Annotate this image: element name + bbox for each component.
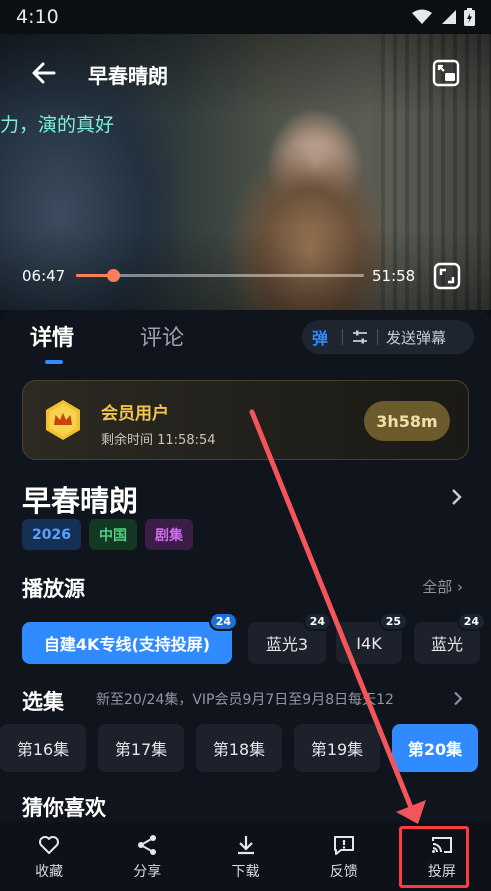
battery-charging-icon — [464, 8, 475, 26]
video-title: 早春晴朗 — [88, 64, 168, 88]
tag-year[interactable]: 2026 — [22, 519, 81, 550]
source-label: I4K — [356, 633, 382, 653]
status-icons — [412, 8, 475, 26]
source-episode-count: 24 — [456, 612, 486, 631]
tab-comment[interactable]: 评论 — [140, 320, 184, 352]
recommend-title: 猜你喜欢 — [22, 796, 106, 820]
divider — [342, 329, 343, 345]
episode-list: 第16集 第17集 第18集 第19集 第20集 — [0, 724, 491, 774]
danmaku-toggle[interactable]: 弹 — [312, 325, 334, 349]
chevron-right-icon[interactable] — [449, 488, 463, 506]
vip-title: 会员用户 — [101, 404, 169, 424]
tag-type[interactable]: 剧集 — [144, 519, 193, 550]
episode-item[interactable]: 第17集 — [98, 724, 184, 772]
episodes-update-note[interactable]: 新至20/24集，VIP会员9月7日至9月8日每天12 — [96, 689, 456, 709]
source-item[interactable]: I4K 25 — [336, 612, 408, 664]
video-shade — [0, 34, 491, 310]
status-time: 4:10 — [16, 6, 59, 28]
sources-more-label: 全部 — [422, 578, 453, 596]
sources-title: 播放源 — [22, 577, 85, 601]
source-item[interactable]: 自建4K专线(支持投屏) 24 — [22, 612, 238, 664]
favorite-label: 收藏 — [35, 863, 64, 880]
send-danmaku-button[interactable]: 发送弹幕 — [386, 327, 446, 348]
tab-detail[interactable]: 详情 — [30, 320, 74, 352]
cast-button[interactable]: 投屏 — [393, 822, 491, 891]
favorite-button[interactable]: 收藏 — [0, 822, 98, 891]
progress-bar[interactable] — [76, 269, 364, 282]
status-bar: 4:10 — [0, 0, 491, 34]
heart-icon — [39, 835, 60, 854]
feedback-button[interactable]: 反馈 — [295, 822, 393, 891]
cast-highlight-box — [398, 826, 469, 888]
crown-badge-icon — [46, 400, 80, 440]
source-item[interactable]: 蓝光 24 — [414, 612, 486, 664]
danmaku-comment: 力，演的真好 — [0, 114, 115, 136]
tab-bar: 详情 评论 弹 发送弹幕 — [0, 310, 491, 370]
show-tags: 2026 中国 剧集 — [22, 519, 193, 550]
source-episode-count: 24 — [302, 612, 332, 631]
wifi-icon — [412, 9, 432, 24]
tag-region[interactable]: 中国 — [88, 519, 137, 550]
show-title[interactable]: 早春晴朗 — [22, 478, 138, 520]
vip-card[interactable]: 会员用户 剩余时间 11:58:54 3h58m — [22, 380, 469, 460]
fullscreen-icon[interactable] — [433, 262, 461, 290]
source-label: 蓝光 — [430, 635, 463, 654]
feedback-icon — [333, 835, 354, 855]
divider — [377, 329, 378, 345]
bottom-action-bar: 收藏 分享 下载 反馈 投屏 — [0, 822, 491, 891]
vip-remaining: 剩余时间 11:58:54 — [101, 433, 216, 448]
download-button[interactable]: 下载 — [196, 822, 294, 891]
current-time: 06:47 — [22, 267, 66, 285]
episode-item[interactable]: 第16集 — [0, 724, 86, 772]
share-button[interactable]: 分享 — [98, 822, 196, 891]
danmaku-settings-icon[interactable] — [351, 328, 369, 346]
chevron-right-icon[interactable] — [453, 691, 463, 706]
back-arrow-icon[interactable] — [30, 59, 58, 87]
share-label: 分享 — [133, 863, 162, 880]
source-list: 自建4K专线(支持投屏) 24 蓝光3 24 I4K 25 蓝光 24 — [22, 612, 491, 668]
episode-item[interactable]: 第18集 — [196, 724, 282, 772]
picture-in-picture-icon[interactable] — [431, 58, 461, 88]
tab-indicator — [45, 360, 63, 364]
video-player[interactable]: 早春晴朗 力，演的真好 06:47 51:58 — [0, 34, 491, 310]
episode-item[interactable]: 第19集 — [294, 724, 380, 772]
source-label: 蓝光3 — [265, 635, 309, 654]
source-item[interactable]: 蓝光3 24 — [248, 612, 332, 664]
feedback-label: 反馈 — [329, 863, 358, 880]
download-label: 下载 — [231, 863, 260, 880]
chevron-right-icon: › — [457, 578, 463, 596]
source-label: 自建4K专线(支持投屏) — [43, 635, 211, 654]
signal-icon — [442, 10, 456, 24]
source-episode-count: 25 — [378, 612, 408, 631]
detail-panel: 详情 评论 弹 发送弹幕 会员用户 剩余时间 11:58:54 3h58m 早春… — [0, 310, 491, 822]
sources-more-link[interactable]: 全部 › — [422, 576, 463, 597]
download-icon — [237, 835, 254, 854]
total-time: 51:58 — [372, 267, 416, 285]
source-episode-count: 24 — [208, 612, 238, 631]
share-icon — [138, 834, 157, 855]
episode-item-selected[interactable]: 第20集 — [392, 724, 478, 772]
vip-timer[interactable]: 3h58m — [364, 401, 450, 441]
danmaku-controls: 弹 发送弹幕 — [302, 320, 474, 354]
episodes-title: 选集 — [22, 690, 64, 714]
